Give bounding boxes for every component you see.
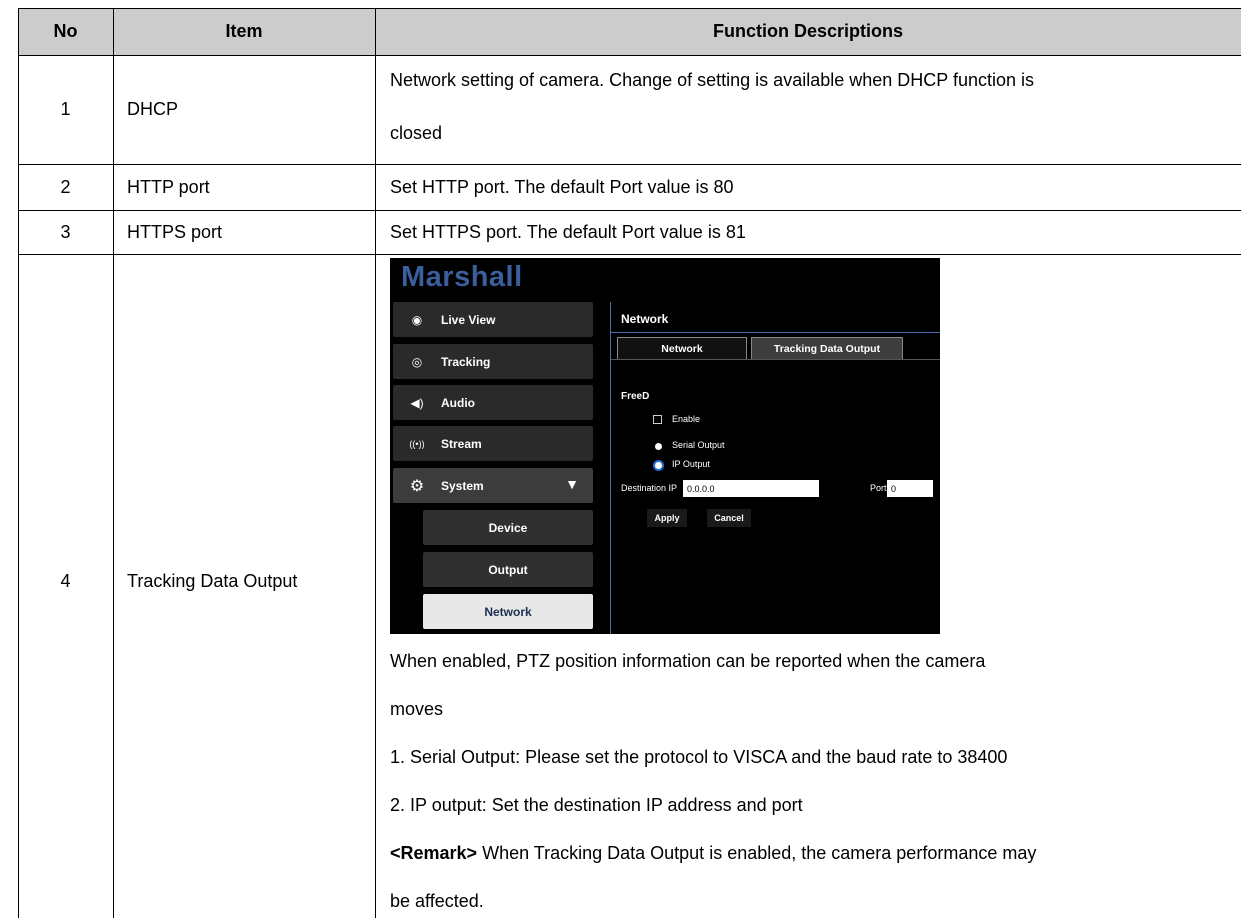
- header-no: No: [53, 21, 78, 41]
- settings-panel: Network Network Tracking Data Output Fre…: [610, 302, 940, 634]
- sidebar-item-label: Audio: [441, 395, 475, 410]
- ip-output-radio[interactable]: [655, 462, 662, 469]
- row-description-line: 1. Serial Output: Please set the protoco…: [390, 747, 1008, 767]
- stream-icon: ((•)): [409, 438, 425, 449]
- section-title: FreeD: [621, 391, 650, 402]
- row-description-line: closed: [390, 123, 443, 143]
- gear-icon: ⚙: [409, 477, 425, 495]
- row-number: 1: [60, 99, 71, 119]
- header-function-descriptions: Function Descriptions: [712, 21, 903, 41]
- sidebar-item-label: Tracking: [441, 354, 491, 369]
- row-description-line: Network setting of camera. Change of set…: [390, 70, 1034, 90]
- row-item: HTTP port: [127, 176, 210, 197]
- row-border: [18, 254, 1241, 255]
- remark-text: When Tracking Data Output is enabled, th…: [477, 843, 1037, 863]
- destination-ip-label: Destination IP: [621, 483, 678, 493]
- column-border: [375, 8, 376, 918]
- divider: [611, 359, 940, 360]
- submenu-item-network[interactable]: Network: [423, 594, 593, 629]
- apply-button[interactable]: Apply: [647, 509, 687, 527]
- tracking-icon: ◎: [411, 354, 423, 369]
- header-item: Item: [225, 21, 263, 41]
- row-item: Tracking Data Output: [127, 570, 298, 591]
- row-description-line: moves: [390, 699, 444, 719]
- sidebar-item-tracking[interactable]: ◎ Tracking: [393, 344, 593, 379]
- remark-label: <Remark>: [390, 843, 478, 863]
- ip-output-label: IP Output: [672, 459, 710, 469]
- tab-network[interactable]: Network: [617, 337, 747, 359]
- row-description-line: Set HTTP port. The default Port value is…: [390, 176, 734, 197]
- sidebar-item-audio[interactable]: ◀) Audio: [393, 385, 593, 420]
- row-description-line: Set HTTPS port. The default Port value i…: [390, 221, 746, 242]
- enable-label: Enable: [672, 414, 701, 424]
- speaker-icon: ◀): [410, 395, 424, 410]
- triangle-down-icon: ▼: [565, 476, 579, 492]
- row-item: DHCP: [127, 99, 179, 119]
- camera-web-ui-screenshot: Marshall ◉ Live View ◎ Tracking ◀) Audio…: [390, 258, 940, 634]
- enable-checkbox[interactable]: [653, 415, 662, 424]
- row-description-line: When enabled, PTZ position information c…: [390, 651, 986, 671]
- marshall-logo: Marshall: [401, 261, 523, 293]
- sidebar-item-system[interactable]: ⚙ System ▼: [393, 468, 593, 503]
- sidebar-item-label: System: [441, 478, 484, 493]
- remark-continuation: be affected.: [390, 891, 484, 911]
- sidebar-item-stream[interactable]: ((•)) Stream: [393, 426, 593, 461]
- port-input[interactable]: 0: [887, 480, 933, 497]
- serial-output-label: Serial Output: [672, 440, 725, 450]
- divider: [611, 332, 940, 333]
- sidebar-item-live-view[interactable]: ◉ Live View: [393, 302, 593, 337]
- cancel-button[interactable]: Cancel: [707, 509, 751, 527]
- row-item: HTTPS port: [127, 221, 223, 242]
- row-number: 3: [60, 221, 71, 242]
- sidebar-item-label: Live View: [441, 312, 496, 327]
- panel-title: Network: [621, 312, 669, 326]
- sidebar-item-label: Stream: [441, 436, 482, 451]
- tab-tracking-data-output[interactable]: Tracking Data Output: [751, 337, 903, 359]
- submenu-item-output[interactable]: Output: [423, 552, 593, 587]
- port-label: Port: [870, 483, 887, 493]
- remark-line: <Remark> When Tracking Data Output is en…: [390, 843, 1036, 864]
- column-border: [113, 8, 114, 918]
- serial-output-radio[interactable]: [655, 443, 662, 450]
- eye-icon: ◉: [411, 312, 423, 327]
- destination-ip-input[interactable]: 0.0.0.0: [683, 480, 819, 497]
- submenu-item-device[interactable]: Device: [423, 510, 593, 545]
- row-number: 2: [60, 176, 71, 197]
- row-number: 4: [60, 570, 71, 591]
- row-description-line: 2. IP output: Set the destination IP add…: [390, 795, 803, 815]
